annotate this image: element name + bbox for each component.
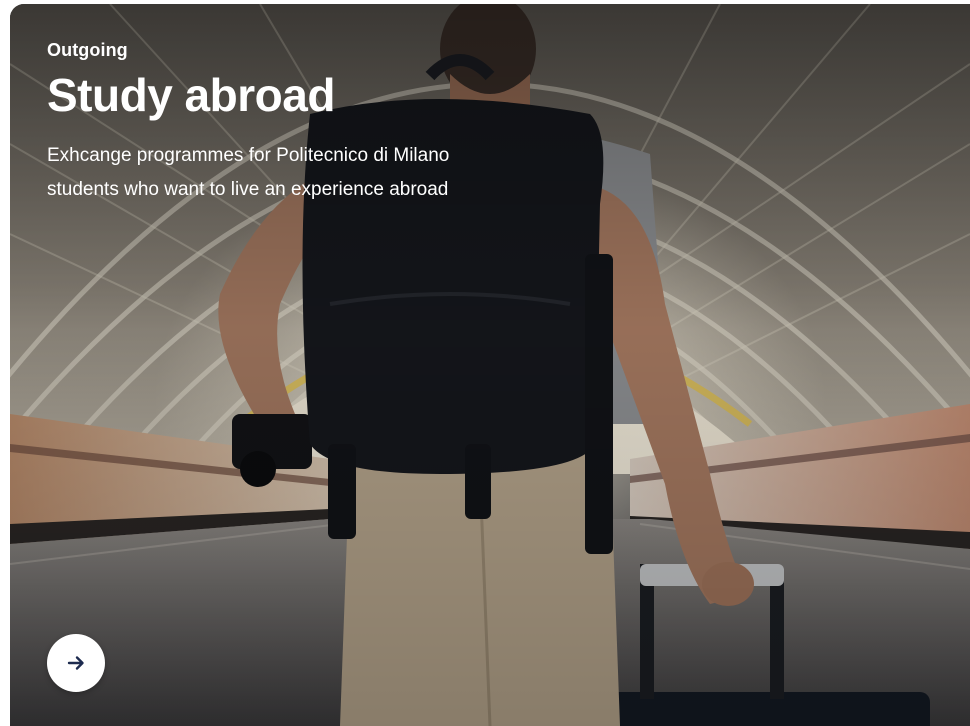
card-description: Exhcange programmes for Politecnico di M…	[47, 145, 450, 201]
card-eyebrow: Outgoing	[47, 40, 128, 60]
study-abroad-card[interactable]: Outgoing Study abroad Exhcange programme…	[10, 4, 970, 726]
card-title[interactable]: Study abroad	[47, 71, 487, 120]
arrow-right-icon	[67, 656, 84, 670]
card-arrow-button[interactable]	[47, 634, 105, 692]
card-content: Outgoing Study abroad Exhcange programme…	[47, 40, 487, 207]
